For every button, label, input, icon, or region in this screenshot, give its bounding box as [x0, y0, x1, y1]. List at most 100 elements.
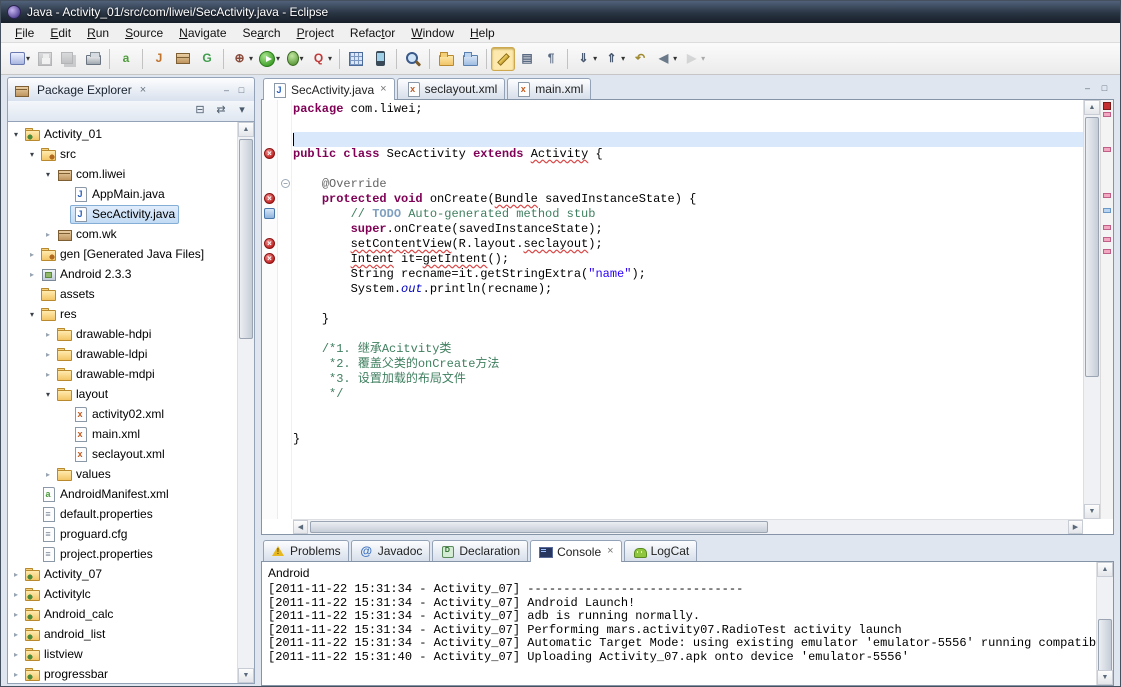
code-line[interactable] [293, 327, 1083, 342]
tree-item-main-xml[interactable]: main.xml [8, 424, 237, 444]
console-tab-declaration[interactable]: Declaration [432, 540, 528, 561]
tree-scrollbar[interactable]: ▲ ▼ [237, 122, 254, 683]
overview-error-indicator[interactable] [1103, 102, 1111, 110]
scroll-down-button[interactable]: ▼ [1097, 670, 1113, 685]
code-line[interactable]: package com.liwei; [293, 102, 1083, 117]
toggle-mark-occurrences-button[interactable] [491, 47, 515, 71]
new-package-button[interactable] [171, 47, 195, 71]
expand-arrow-icon[interactable]: ▸ [42, 330, 54, 339]
code-line[interactable]: String recname=it.getStringExtra("name")… [293, 267, 1083, 282]
expand-arrow-icon[interactable]: ▸ [42, 350, 54, 359]
overview-pink-mark[interactable] [1103, 112, 1111, 117]
collapse-all-icon[interactable]: ⊟ [191, 103, 209, 119]
code-line[interactable] [293, 117, 1083, 132]
code-line[interactable]: Intent it=getIntent(); [293, 252, 1083, 267]
tree-item-default-properties[interactable]: default.properties [8, 504, 237, 524]
editor-tab-main-xml[interactable]: main.xml [507, 78, 591, 99]
code-line[interactable]: /*1. 继承Acitvity类 [293, 342, 1083, 357]
android-sdk-manager-button[interactable] [344, 47, 368, 71]
maximize-editor-button[interactable]: □ [1097, 81, 1112, 95]
menu-run[interactable]: Run [79, 24, 117, 42]
external-tools-button[interactable]: Q▾ [307, 47, 335, 71]
collapse-arrow-icon[interactable]: ▾ [26, 150, 38, 159]
code-line[interactable]: *2. 覆盖父类的onCreate方法 [293, 357, 1083, 372]
code-line[interactable]: } [293, 312, 1083, 327]
scrollbar-thumb[interactable] [1085, 117, 1099, 377]
expand-arrow-icon[interactable]: ▸ [42, 470, 54, 479]
tree-item-src[interactable]: ▾src [8, 144, 237, 164]
tree-item-proguard-cfg[interactable]: proguard.cfg [8, 524, 237, 544]
scrollbar-thumb[interactable] [310, 521, 768, 533]
code-line[interactable]: @Override [293, 177, 1083, 192]
view-menu-icon[interactable]: ▾ [233, 103, 251, 119]
overview-blue-mark[interactable] [1103, 208, 1111, 213]
code-line[interactable]: System.out.println(recname); [293, 282, 1083, 297]
code-line[interactable] [293, 297, 1083, 312]
new-wizard-button[interactable]: ▾ [7, 47, 33, 71]
tree-item-assets[interactable]: assets [8, 284, 237, 304]
dropdown-arrow-icon[interactable]: ▾ [328, 54, 332, 63]
code-line[interactable] [293, 402, 1083, 417]
minimize-editor-button[interactable]: – [1080, 81, 1095, 95]
menu-project[interactable]: Project [289, 24, 342, 42]
tree-item-com-wk[interactable]: ▸com.wk [8, 224, 237, 244]
code-editor[interactable]: package com.liwei;public class SecActivi… [293, 100, 1083, 519]
print-button[interactable] [81, 47, 105, 71]
overview-pink-mark[interactable] [1103, 225, 1111, 230]
open-resource-button[interactable] [458, 47, 482, 71]
collapse-arrow-icon[interactable]: ▾ [42, 390, 54, 399]
overview-pink-mark[interactable] [1103, 249, 1111, 254]
tree-item-res[interactable]: ▾res [8, 304, 237, 324]
expand-arrow-icon[interactable]: ▸ [10, 570, 22, 579]
menu-help[interactable]: Help [462, 24, 503, 42]
code-line[interactable]: *3. 设置加载的布局文件 [293, 372, 1083, 387]
close-tab-icon[interactable]: × [380, 84, 386, 95]
menu-file[interactable]: File [7, 24, 42, 42]
expand-arrow-icon[interactable]: ▸ [10, 670, 22, 679]
tree-item-com-liwei[interactable]: ▾com.liwei [8, 164, 237, 184]
console-tab-logcat[interactable]: LogCat [624, 540, 698, 561]
menu-source[interactable]: Source [117, 24, 171, 42]
tree-item-androidmanifest-xml[interactable]: AndroidManifest.xml [8, 484, 237, 504]
editor-tab-secactivity-java[interactable]: SecActivity.java× [263, 78, 395, 100]
fold-collapse-icon[interactable]: − [281, 179, 290, 188]
scroll-up-button[interactable]: ▲ [1084, 100, 1100, 115]
expand-arrow-icon[interactable]: ▸ [10, 590, 22, 599]
overview-pink-mark[interactable] [1103, 193, 1111, 198]
new-java-project-button[interactable]: J [147, 47, 171, 71]
tree-item-activitylc[interactable]: ▸Activitylc [8, 584, 237, 604]
expand-arrow-icon[interactable]: ▸ [26, 250, 38, 259]
tree-item-drawable-mdpi[interactable]: ▸drawable-mdpi [8, 364, 237, 384]
task-marker-icon[interactable] [264, 208, 275, 219]
code-line[interactable]: } [293, 432, 1083, 447]
dropdown-arrow-icon[interactable]: ▾ [249, 54, 253, 63]
tree-item-layout[interactable]: ▾layout [8, 384, 237, 404]
menu-edit[interactable]: Edit [42, 24, 79, 42]
expand-arrow-icon[interactable]: ▸ [42, 230, 54, 239]
error-marker-icon[interactable] [264, 238, 275, 249]
tree-item-listview[interactable]: ▸listview [8, 644, 237, 664]
code-line[interactable]: super.onCreate(savedInstanceState); [293, 222, 1083, 237]
tree-item-seclayout-xml[interactable]: seclayout.xml [8, 444, 237, 464]
scroll-down-button[interactable]: ▼ [238, 668, 254, 683]
code-line[interactable] [293, 417, 1083, 432]
tree-item-activity02-xml[interactable]: activity02.xml [8, 404, 237, 424]
code-line[interactable]: */ [293, 387, 1083, 402]
error-marker-icon[interactable] [264, 148, 275, 159]
expand-arrow-icon[interactable]: ▸ [10, 610, 22, 619]
tree-item-drawable-ldpi[interactable]: ▸drawable-ldpi [8, 344, 237, 364]
previous-annotation-button[interactable]: ⇑▾ [600, 47, 628, 71]
console-scrollbar[interactable]: ▲ ▼ [1096, 562, 1113, 685]
show-whitespace-button[interactable]: ¶ [539, 47, 563, 71]
menu-window[interactable]: Window [403, 24, 462, 42]
scroll-right-button[interactable]: ▶ [1068, 520, 1083, 534]
menu-search[interactable]: Search [235, 24, 289, 42]
console-tab-problems[interactable]: Problems [263, 540, 349, 561]
tree-item-android-calc[interactable]: ▸Android_calc [8, 604, 237, 624]
save-all-button[interactable] [57, 47, 81, 71]
back-button[interactable]: ◀▾ [652, 47, 680, 71]
scrollbar-thumb[interactable] [1098, 619, 1112, 673]
overview-pink-mark[interactable] [1103, 237, 1111, 242]
new-class-button[interactable]: G [195, 47, 219, 71]
new-android-project-button[interactable]: a [114, 47, 138, 71]
